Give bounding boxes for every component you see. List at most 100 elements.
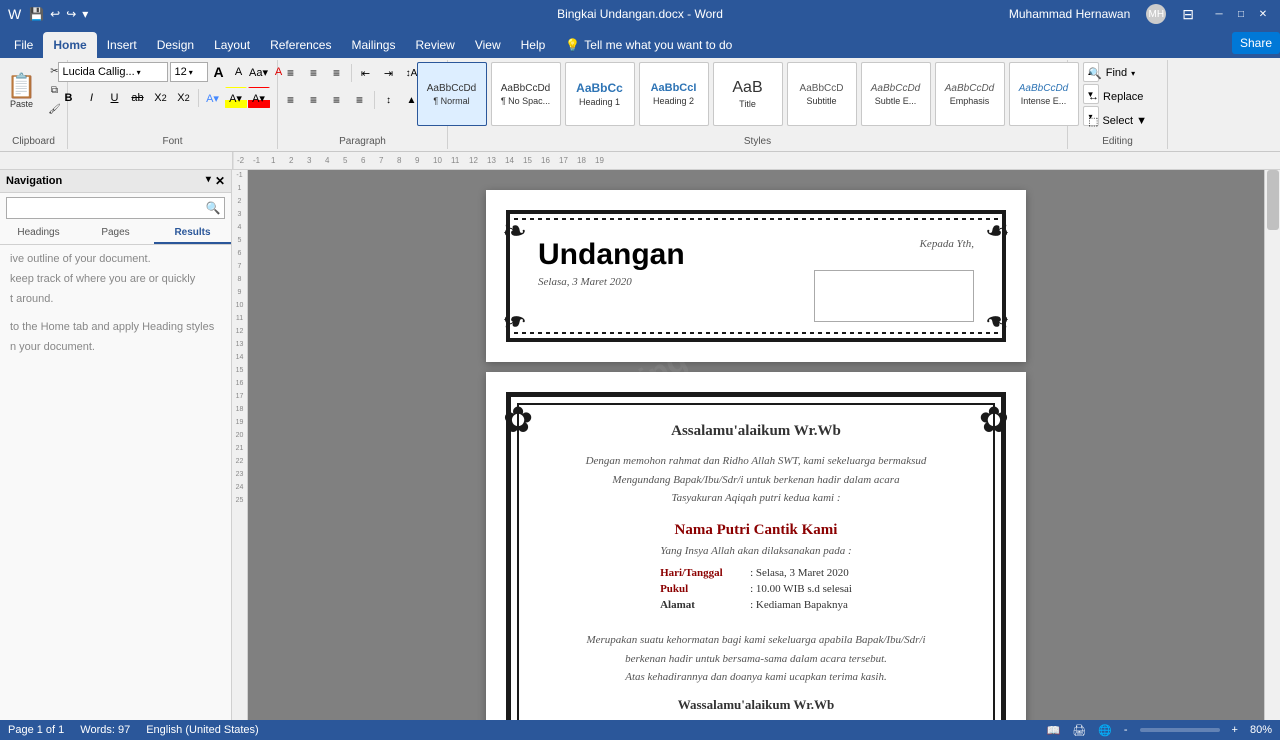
font-grow-button[interactable]: A — [210, 62, 228, 82]
maximize-button[interactable]: □ — [1232, 5, 1250, 23]
tab-help[interactable]: Help — [511, 32, 556, 58]
tab-file[interactable]: File — [4, 32, 43, 58]
tab-design[interactable]: Design — [147, 32, 204, 58]
font-size-dropdown[interactable]: 12 ▾ — [170, 62, 208, 82]
nav-search-box[interactable]: 🔍 — [6, 197, 225, 219]
tab-mailings[interactable]: Mailings — [341, 32, 405, 58]
nav-pane-title: Navigation — [6, 175, 62, 187]
style-title[interactable]: AaB Title — [713, 62, 783, 126]
nav-tab-results[interactable]: Results — [154, 223, 231, 244]
decrease-indent-button[interactable]: ⇤ — [355, 62, 377, 84]
italic-button[interactable]: I — [81, 87, 103, 109]
ribbon-display-btn[interactable]: ⊟ — [1182, 6, 1194, 23]
style-subtle-label: Subtle E... — [875, 96, 917, 106]
style-h2-label: Heading 2 — [653, 96, 694, 106]
closing-text: Merupakan suatu kehormatan bagi kami sek… — [547, 631, 965, 687]
zoom-in-btn[interactable]: + — [1232, 724, 1238, 736]
zoom-slider[interactable] — [1140, 728, 1220, 732]
tab-references[interactable]: References — [260, 32, 341, 58]
svg-text:10: 10 — [433, 156, 442, 165]
save-icon[interactable]: 💾 — [29, 7, 44, 21]
document-page-1: ❧ ❧ ❧ ❧ Undangan Selasa, 3 Maret 2 — [486, 190, 1026, 362]
tab-tell-me[interactable]: 💡 Tell me what you want to do — [555, 32, 742, 58]
svg-text:11: 11 — [451, 156, 460, 165]
svg-text:-1: -1 — [253, 156, 261, 165]
bullets-button[interactable]: ≡ — [280, 62, 302, 84]
select-label: Select ▼ — [1102, 115, 1147, 127]
style-subtle-emphasis[interactable]: AaBbCcDd Subtle E... — [861, 62, 931, 126]
text-effect-button[interactable]: A▾ — [202, 87, 224, 109]
read-mode-btn[interactable]: 📖 — [1046, 724, 1060, 737]
svg-text:4: 4 — [325, 156, 330, 165]
style-normal[interactable]: AaBbCcDd ¶ Normal — [417, 62, 487, 126]
svg-text:8: 8 — [397, 156, 402, 165]
minimize-button[interactable]: ─ — [1210, 5, 1228, 23]
undo-icon[interactable]: ↩ — [50, 7, 60, 21]
underline-button[interactable]: U — [104, 87, 126, 109]
highlight-button[interactable]: A▾ — [225, 87, 247, 109]
editing-content: 🔍 Find ▾ ↔ Replace ⬚ Select ▼ — [1081, 62, 1154, 147]
corner-bl-ornament: ❧ — [502, 296, 552, 346]
font-case-button[interactable]: Aa▾ — [250, 62, 268, 82]
tab-layout[interactable]: Layout — [204, 32, 260, 58]
select-button[interactable]: ⬚ Select ▼ — [1081, 110, 1154, 132]
svg-text:5: 5 — [343, 156, 348, 165]
justify-button[interactable]: ≡ — [349, 89, 371, 111]
replace-button[interactable]: ↔ Replace — [1081, 86, 1150, 108]
tab-view[interactable]: View — [465, 32, 511, 58]
font-color-button[interactable]: A▾ — [248, 87, 270, 109]
nav-pane-close[interactable]: ✕ — [215, 174, 225, 188]
nav-pane-menu[interactable]: ▾ — [206, 174, 211, 188]
ribbon-body: 📋 Paste ✂ ⧉ 🖌 Clipboard Lucida Callig...… — [0, 58, 1280, 152]
align-left-button[interactable]: ≡ — [280, 89, 302, 111]
style-heading1[interactable]: AaBbCc Heading 1 — [565, 62, 635, 126]
style-heading2[interactable]: AaBbCcI Heading 2 — [639, 62, 709, 126]
superscript-button[interactable]: X2 — [173, 87, 195, 109]
bold-button[interactable]: B — [58, 87, 80, 109]
nav-search-button[interactable]: 🔍 — [202, 197, 224, 219]
scroll-track[interactable] — [1265, 170, 1280, 720]
invitation-header: Undangan Selasa, 3 Maret 2020 Kepada Yth… — [518, 222, 994, 330]
language-status: English (United States) — [146, 724, 259, 736]
paste-icon: 📋 — [7, 75, 37, 99]
nav-content: ive outline of your document. keep track… — [0, 245, 231, 720]
print-layout-btn[interactable]: 🖨 — [1072, 724, 1086, 737]
font-name-dropdown[interactable]: Lucida Callig... ▾ — [58, 62, 168, 82]
nav-search-input[interactable] — [7, 202, 202, 214]
document-page-2: ✿ ✿ ✿ ✿ Assalamu'alaikum Wr.Wb Dengan me… — [486, 372, 1026, 720]
close-button[interactable]: ✕ — [1254, 5, 1272, 23]
nav-tab-headings[interactable]: Headings — [0, 223, 77, 244]
align-center-button[interactable]: ≡ — [303, 89, 325, 111]
zoom-out-btn[interactable]: - — [1124, 724, 1128, 736]
style-emphasis[interactable]: AaBbCcDd Emphasis — [935, 62, 1005, 126]
customize-qat[interactable]: ▾ — [82, 7, 88, 21]
redo-icon[interactable]: ↪ — [66, 7, 76, 21]
web-view-btn[interactable]: 🌐 — [1098, 724, 1112, 737]
navigation-pane: Navigation ▾ ✕ 🔍 Headings Pages Results … — [0, 170, 232, 720]
tab-home[interactable]: Home — [43, 32, 96, 58]
nav-tab-pages[interactable]: Pages — [77, 223, 154, 244]
recipient-block: Kepada Yth, — [814, 238, 974, 322]
border-top-deco — [514, 218, 998, 220]
editing-group: 🔍 Find ▾ ↔ Replace ⬚ Select ▼ Editing — [1068, 60, 1168, 149]
find-button[interactable]: 🔍 Find ▾ — [1081, 62, 1142, 84]
scroll-thumb[interactable] — [1267, 170, 1279, 230]
tab-insert[interactable]: Insert — [97, 32, 147, 58]
share-button[interactable]: Share — [1232, 32, 1280, 54]
paste-button[interactable]: 📋 Paste — [2, 62, 42, 122]
align-right-button[interactable]: ≡ — [326, 89, 348, 111]
style-no-spacing[interactable]: AaBbCcDd ¶ No Spac... — [491, 62, 561, 126]
style-title-preview: AaB — [732, 79, 762, 97]
font-shrink-button[interactable]: A — [230, 62, 248, 82]
multilevel-button[interactable]: ≡ — [326, 62, 348, 84]
strikethrough-button[interactable]: ab — [127, 87, 149, 109]
font-content: Lucida Callig... ▾ 12 ▾ A A Aa▾ A B I U — [58, 62, 288, 147]
scroll-area[interactable] — [1264, 170, 1280, 720]
tab-review[interactable]: Review — [405, 32, 464, 58]
numbering-button[interactable]: ≡ — [303, 62, 325, 84]
svg-text:12: 12 — [469, 156, 478, 165]
line-spacing-button[interactable]: ↕ — [378, 89, 400, 111]
increase-indent-button[interactable]: ⇥ — [378, 62, 400, 84]
style-subtitle[interactable]: AaBbCcD Subtitle — [787, 62, 857, 126]
subscript-button[interactable]: X2 — [150, 87, 172, 109]
